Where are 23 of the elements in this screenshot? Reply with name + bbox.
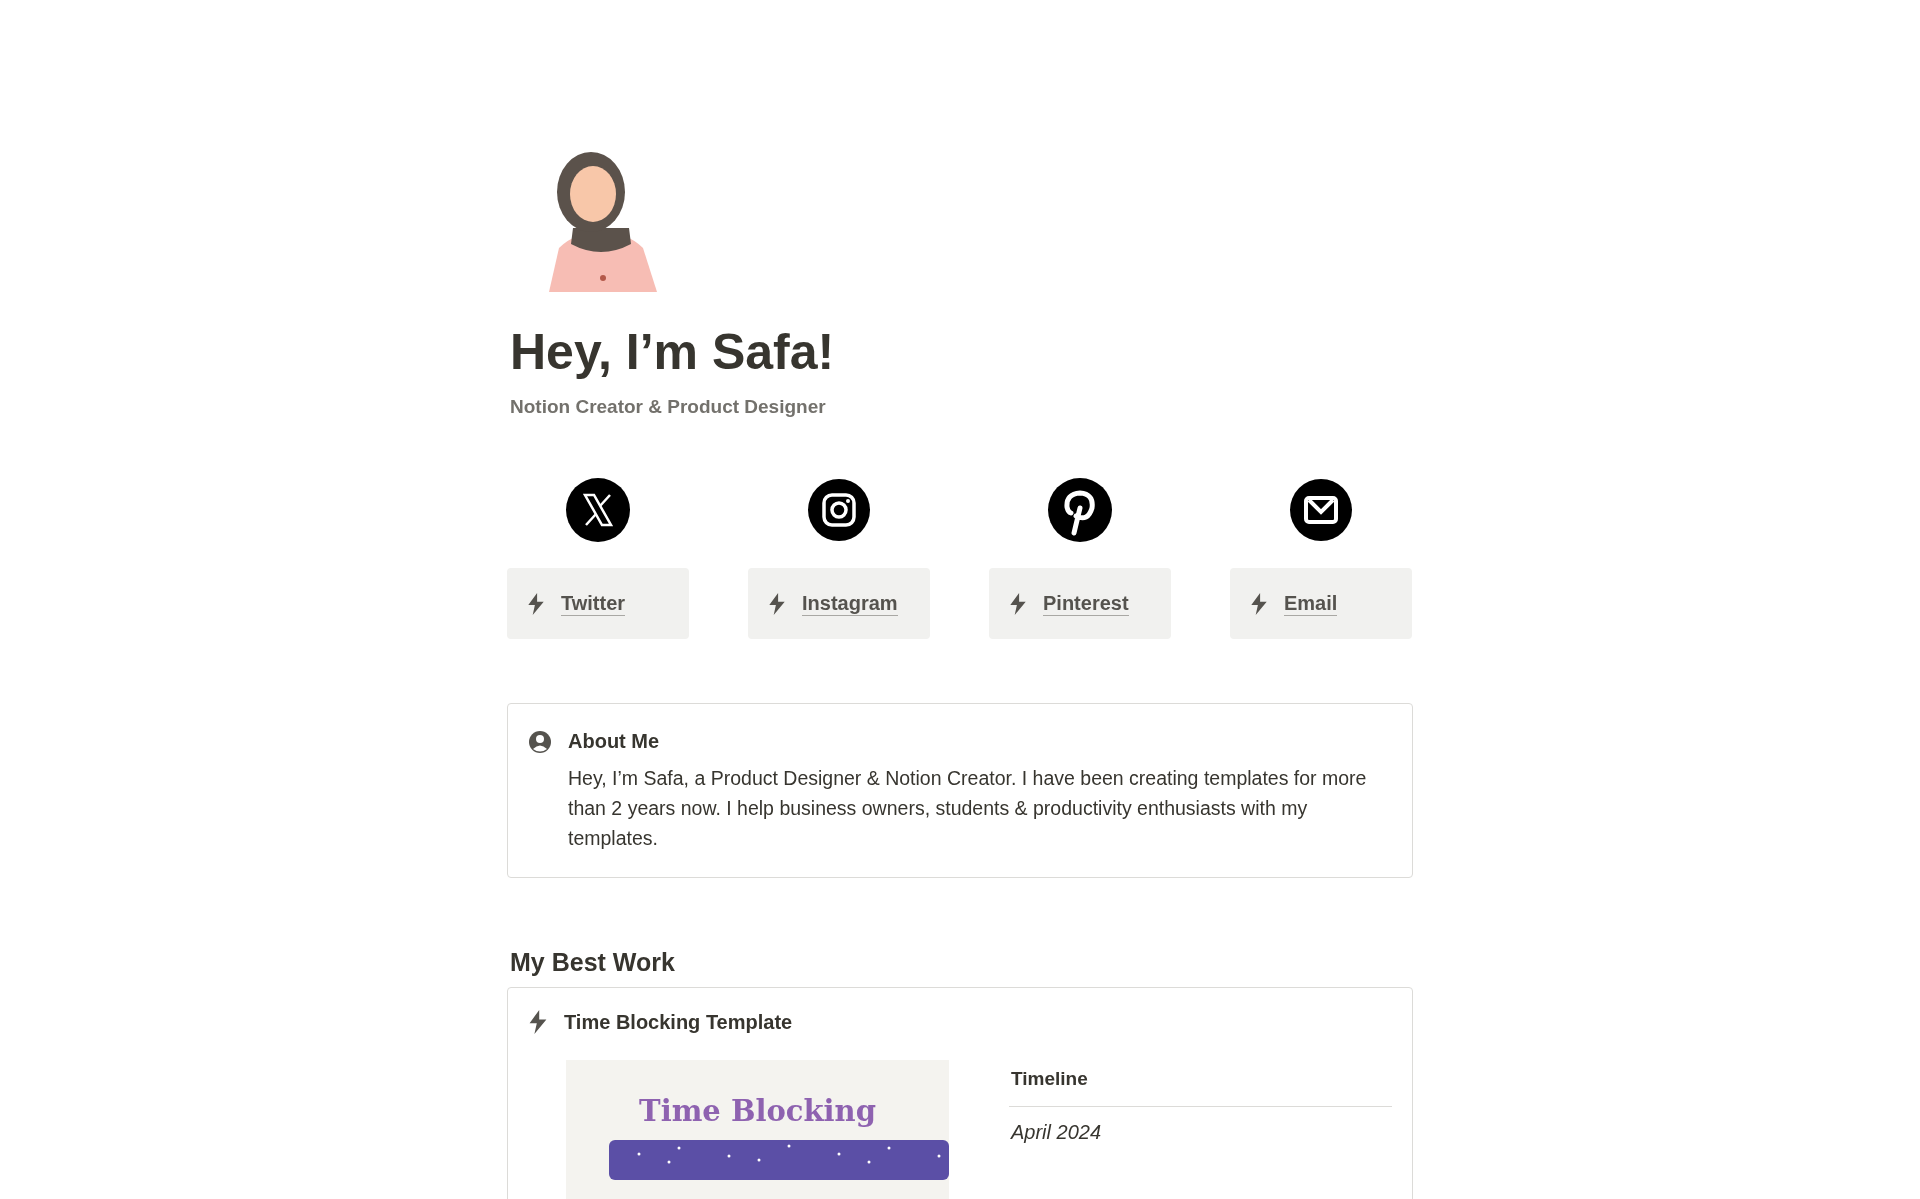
- about-text: Hey, I’m Safa, a Product Designer & Notion Creator. I have been creating templates for more than 2 years now. I help business owners, students & productivity enthusiasts with my templates.: [568, 766, 1368, 851]
- about-title: About Me: [568, 730, 661, 753]
- tagline: Notion Creator & Product Designer: [510, 396, 827, 418]
- social-link[interactable]: Twitter: [507, 568, 689, 639]
- camera-icon[interactable]: [807, 478, 871, 542]
- lightning-icon: [1250, 592, 1268, 615]
- lightning-icon: [768, 592, 786, 615]
- property-value: April 2024: [1009, 1120, 1103, 1145]
- social-link[interactable]: Email: [1230, 568, 1412, 639]
- lightning-icon: [528, 1010, 548, 1034]
- user-circle-icon: [528, 730, 552, 754]
- preview-title: Time Blocking: [639, 1094, 876, 1128]
- mail-icon[interactable]: [1289, 478, 1353, 542]
- property-label: Timeline: [1009, 1060, 1392, 1107]
- section-heading: My Best Work: [510, 948, 676, 977]
- social-link[interactable]: Pinterest: [989, 568, 1171, 639]
- pin-logo-icon[interactable]: [1048, 478, 1112, 542]
- lightning-icon: [1009, 592, 1027, 615]
- x-logo-icon[interactable]: [566, 478, 630, 542]
- social-link[interactable]: Instagram: [748, 568, 930, 639]
- work-title[interactable]: Time Blocking Template: [564, 1010, 793, 1034]
- page-title: Hey, I’m Safa!: [510, 323, 836, 382]
- lightning-icon: [527, 592, 545, 615]
